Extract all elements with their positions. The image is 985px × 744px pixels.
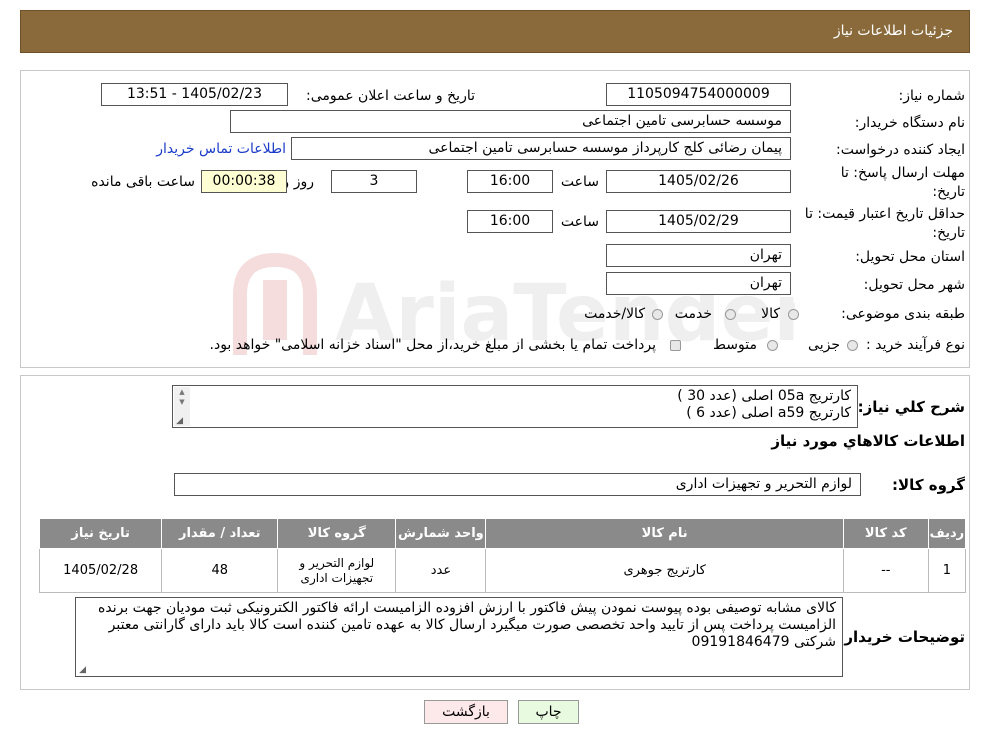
col-goods-group: گروه کالا xyxy=(277,518,397,549)
buyer-contact-link[interactable]: اطلاعات تماس خریدار xyxy=(156,141,286,157)
province-field: تهران xyxy=(606,244,791,267)
cell-quantity: 48 xyxy=(161,548,279,593)
category-goods-service-radio[interactable] xyxy=(652,309,663,320)
cell-goods-group: لوازم التحرير و تجهيزات اداری xyxy=(277,548,397,593)
summary-line-1: کارتریج 05a اصلی (عدد 30 ) xyxy=(677,388,851,404)
summary-line-2: کارتریج a59 اصلی (عدد 6 ) xyxy=(686,405,851,421)
city-field: تهران xyxy=(606,272,791,295)
summary-textarea[interactable]: کارتریج 05a اصلی (عدد 30 ) کارتریج a59 ا… xyxy=(172,385,858,428)
col-row-number: رديف xyxy=(927,518,967,549)
process-treasury-checkbox[interactable] xyxy=(670,340,681,351)
category-service-label: خدمت xyxy=(674,306,712,322)
deadline-label: مهلت ارسال پاسخ: تا xyxy=(840,165,965,181)
validity-time-label: ساعت xyxy=(560,214,599,230)
col-quantity: تعداد / مقدار xyxy=(161,518,279,549)
process-minor-label: جزیی xyxy=(808,337,840,353)
page-header: جزئیات اطلاعات نیاز xyxy=(20,10,970,53)
deadline-time-field: 16:00 xyxy=(467,170,553,193)
creator-field: پیمان رضائی کلج کارپرداز موسسه حسابرسی ت… xyxy=(291,137,791,160)
category-label: طبقه بندی موضوعی: xyxy=(841,306,965,322)
resize-grip-icon[interactable]: ◢ xyxy=(175,417,183,426)
creator-label: ایجاد کننده درخواست: xyxy=(836,142,965,158)
category-goods-label: کالا xyxy=(761,306,780,322)
process-note: پرداخت تمام یا بخشی از مبلغ خرید،از محل … xyxy=(209,337,656,353)
province-label: استان محل تحویل: xyxy=(855,249,965,265)
col-goods-name: نام کالا xyxy=(485,518,844,549)
deadline-date-field: 1405/02/26 xyxy=(606,170,791,193)
cell-unit: عدد xyxy=(395,548,487,593)
days-label: روز و xyxy=(282,174,315,190)
back-button[interactable]: بازگشت xyxy=(424,700,508,724)
days-remaining-field: 3 xyxy=(331,170,417,193)
category-goods-radio[interactable] xyxy=(788,309,799,320)
col-unit: واحد شمارش xyxy=(395,518,487,549)
process-medium-radio[interactable] xyxy=(767,340,778,351)
process-minor-radio[interactable] xyxy=(847,340,858,351)
cell-row-number: 1 xyxy=(927,548,967,593)
buyer-notes-text: کالای مشابه توصیفی بوده پیوست نمودن پیش … xyxy=(98,600,836,650)
announce-label: تاریخ و ساعت اعلان عمومی: xyxy=(306,88,475,104)
summary-label: شرح کلي نياز: xyxy=(857,398,965,416)
deadline-label-2: تاریخ: xyxy=(932,184,965,200)
validity-time-field: 16:00 xyxy=(467,210,553,233)
process-label: نوع فرآیند خرید : xyxy=(866,337,965,353)
goods-group-label: گروه کالا: xyxy=(892,476,965,494)
validity-label: حداقل تاریخ اعتبار قیمت: تا xyxy=(804,206,965,222)
cell-goods-code: -- xyxy=(842,548,929,593)
category-service-radio[interactable] xyxy=(725,309,736,320)
city-label: شهر محل تحویل: xyxy=(863,277,965,293)
resize-grip-icon[interactable]: ◢ xyxy=(78,666,86,675)
goods-table-header-row: رديف کد کالا نام کالا واحد شمارش گروه کا… xyxy=(38,518,967,549)
col-goods-code: کد کالا xyxy=(842,518,929,549)
buyer-notes-label: توضيحات خريدار: xyxy=(838,628,965,646)
validity-date-field: 1405/02/29 xyxy=(606,210,791,233)
print-button[interactable]: چاپ xyxy=(518,700,579,724)
deadline-time-label: ساعت xyxy=(560,174,599,190)
process-medium-label: متوسط xyxy=(713,337,757,353)
need-number-label: شماره نیاز: xyxy=(898,88,966,104)
cell-goods-name: کارتریج جوهری xyxy=(485,548,844,593)
announce-datetime-field: 1405/02/23 - 13:51 xyxy=(101,83,288,106)
cell-need-date: 1405/02/28 xyxy=(38,548,163,593)
page-title: جزئیات اطلاعات نیاز xyxy=(833,23,953,39)
remaining-time-label: ساعت باقی مانده xyxy=(91,174,195,190)
goods-group-field: لوازم التحریر و تجهیزات اداری xyxy=(174,473,861,496)
buyer-label: نام دستگاه خریدار: xyxy=(854,115,965,131)
buyer-notes-textarea[interactable]: کالای مشابه توصیفی بوده پیوست نمودن پیش … xyxy=(75,597,843,677)
buyer-field: موسسه حسابرسی تامین اجتماعی xyxy=(230,110,791,133)
goods-section-title: اطلاعات کالاهاي مورد نياز xyxy=(771,432,965,450)
goods-table: رديف کد کالا نام کالا واحد شمارش گروه کا… xyxy=(38,518,967,593)
category-goods-service-label: کالا/خدمت xyxy=(584,306,645,322)
validity-label-2: تاریخ: xyxy=(932,225,965,241)
col-need-date: تاريخ نياز xyxy=(38,518,163,549)
table-row: 1 -- کارتریج جوهری عدد لوازم التحرير و ت… xyxy=(38,548,967,593)
need-number-field: 1105094754000009 xyxy=(606,83,791,106)
remaining-time-field: 00:00:38 xyxy=(201,170,287,193)
